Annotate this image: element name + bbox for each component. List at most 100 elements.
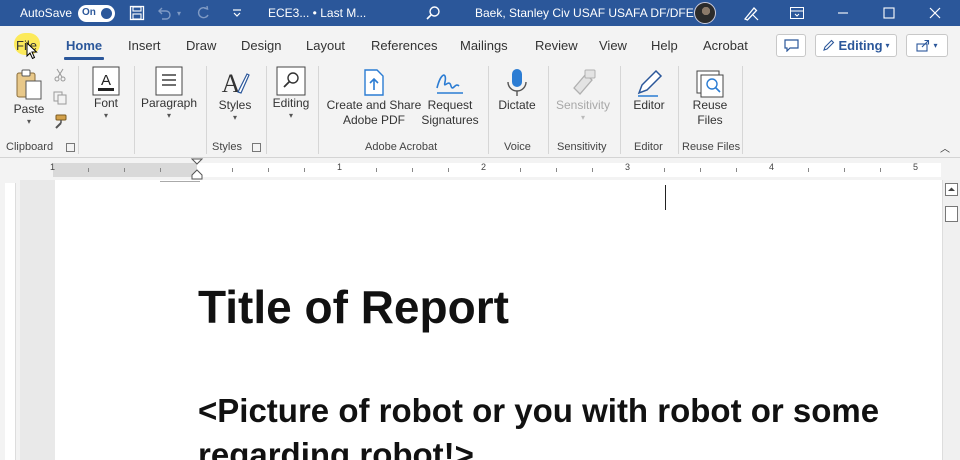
comment-icon — [783, 39, 799, 52]
tab-references[interactable]: References — [371, 38, 437, 53]
paste-label: Paste — [13, 102, 45, 116]
maximize-icon[interactable] — [866, 0, 912, 26]
request-signatures-button[interactable]: Request Signatures — [420, 68, 480, 128]
text-cursor — [665, 185, 666, 210]
indent-marker-icon[interactable] — [190, 158, 204, 180]
group-label-editor: Editor — [634, 141, 663, 153]
styles-launcher-icon[interactable] — [252, 143, 261, 152]
comments-button[interactable] — [776, 34, 806, 57]
chevron-down-icon: ▾ — [103, 111, 108, 120]
autosave-label: AutoSave — [20, 6, 73, 20]
request-label-1: Request — [427, 98, 473, 112]
ribbon: Paste ▾ Clipboard A Font ▾ Paragraph ▾ A… — [0, 64, 960, 158]
tab-acrobat[interactable]: Acrobat — [703, 38, 748, 53]
document-page[interactable]: Title of Report <Picture of robot or you… — [55, 180, 942, 460]
share-button[interactable]: ▾ — [906, 34, 948, 57]
request-label-2: Signatures — [421, 113, 479, 127]
undo-icon[interactable] — [153, 0, 175, 26]
ruler-number: 1 — [50, 162, 56, 172]
pdf-share-icon — [364, 69, 384, 96]
group-label-sensitivity: Sensitivity — [557, 141, 607, 153]
ruler-number: 5 — [913, 162, 919, 172]
paste-button[interactable]: Paste ▾ — [10, 68, 48, 126]
horizontal-ruler[interactable]: 1 1 2 3 4 5 — [0, 158, 960, 180]
styles-icon: A — [222, 69, 250, 98]
ruler-number: 4 — [769, 162, 775, 172]
sensitivity-button[interactable]: Sensitivity ▾ — [552, 68, 614, 122]
font-button[interactable]: A Font ▾ — [86, 66, 126, 120]
group-label-reuse-files: Reuse Files — [682, 141, 741, 153]
chevron-down-icon: ▾ — [26, 117, 31, 126]
ribbon-display-icon[interactable] — [774, 0, 820, 26]
sensitivity-icon — [573, 69, 596, 95]
paragraph-button[interactable]: Paragraph ▾ — [138, 66, 200, 120]
reuse-files-button[interactable]: Reuse Files — [684, 68, 736, 128]
format-painter-button[interactable] — [52, 114, 68, 129]
mouse-pointer-icon — [26, 42, 38, 60]
font-color-icon: A — [92, 66, 120, 96]
picture-placeholder-line-1[interactable]: <Picture of robot or you with robot or s… — [198, 392, 879, 430]
styles-button[interactable]: A Styles ▾ — [212, 66, 258, 122]
scroll-up-icon[interactable] — [945, 183, 958, 196]
paragraph-icon — [155, 66, 183, 96]
tab-mailings[interactable]: Mailings — [460, 38, 508, 53]
ruler-number: 2 — [481, 162, 487, 172]
editor-pen-icon — [637, 69, 663, 97]
tab-help[interactable]: Help — [651, 38, 678, 53]
font-label: Font — [93, 96, 118, 110]
avatar[interactable] — [694, 0, 718, 26]
vertical-ruler[interactable] — [5, 183, 16, 460]
sensitivity-label: Sensitivity — [555, 98, 611, 112]
collapse-ribbon-icon[interactable]: ︿ — [938, 142, 952, 157]
scroll-thumb[interactable] — [945, 206, 958, 222]
chevron-down-icon: ▾ — [232, 113, 237, 122]
minimize-icon[interactable] — [820, 0, 866, 26]
reuse-label-2: Files — [697, 113, 723, 127]
customize-qat-icon[interactable] — [230, 0, 244, 26]
ruler-number: 3 — [625, 162, 631, 172]
dictate-button[interactable]: Dictate — [494, 68, 540, 113]
user-name[interactable]: Baek, Stanley Civ USAF USAFA DF/DFEC — [475, 0, 702, 26]
editor-button[interactable]: Editor — [626, 68, 672, 113]
search-icon[interactable] — [422, 0, 444, 26]
clipboard-launcher-icon[interactable] — [66, 143, 75, 152]
document-name[interactable]: ECE3... • Last M... — [268, 0, 366, 26]
clipboard-icon — [16, 69, 42, 100]
share-icon — [916, 39, 930, 52]
editor-label: Editor — [633, 98, 665, 112]
tab-view[interactable]: View — [599, 38, 627, 53]
picture-placeholder-line-2[interactable]: regarding robot!> — [198, 436, 474, 460]
group-label-clipboard: Clipboard — [6, 141, 54, 153]
report-title[interactable]: Title of Report — [198, 280, 509, 334]
editing-label: Editing — [272, 96, 310, 110]
redo-icon[interactable] — [192, 0, 214, 26]
chevron-down-icon: ▾ — [288, 111, 293, 120]
close-icon[interactable] — [912, 0, 958, 26]
chevron-down-icon: ▾ — [580, 113, 585, 122]
tab-design[interactable]: Design — [241, 38, 281, 53]
vertical-scrollbar[interactable] — [942, 180, 960, 460]
undo-dropdown-icon[interactable]: ▾ — [174, 0, 184, 26]
create-share-pdf-button[interactable]: Create and Share Adobe PDF — [326, 68, 422, 128]
paragraph-label: Paragraph — [140, 96, 198, 110]
title-bar: AutoSave On ▾ ECE3... • Last M... Baek, … — [0, 0, 960, 26]
designer-pen-icon[interactable] — [740, 0, 762, 26]
autosave-toggle[interactable]: On — [78, 0, 115, 26]
cut-button[interactable] — [52, 68, 68, 82]
copy-button[interactable] — [52, 91, 68, 105]
format-painter-icon — [54, 114, 66, 129]
tab-layout[interactable]: Layout — [306, 38, 345, 53]
save-icon[interactable] — [126, 0, 148, 26]
group-label-adobe-acrobat: Adobe Acrobat — [365, 141, 438, 153]
svg-text:A: A — [101, 72, 111, 89]
tab-draw[interactable]: Draw — [186, 38, 216, 53]
editing-button[interactable]: Editing ▾ — [270, 66, 312, 120]
tab-insert[interactable]: Insert — [128, 38, 161, 53]
tab-review[interactable]: Review — [535, 38, 578, 53]
styles-label: Styles — [218, 98, 252, 112]
signature-icon — [436, 74, 463, 94]
svg-text:A: A — [222, 69, 241, 98]
tab-home[interactable]: Home — [63, 38, 105, 60]
group-label-voice: Voice — [504, 141, 531, 153]
editing-mode-button[interactable]: Editing ▾ — [815, 34, 897, 57]
